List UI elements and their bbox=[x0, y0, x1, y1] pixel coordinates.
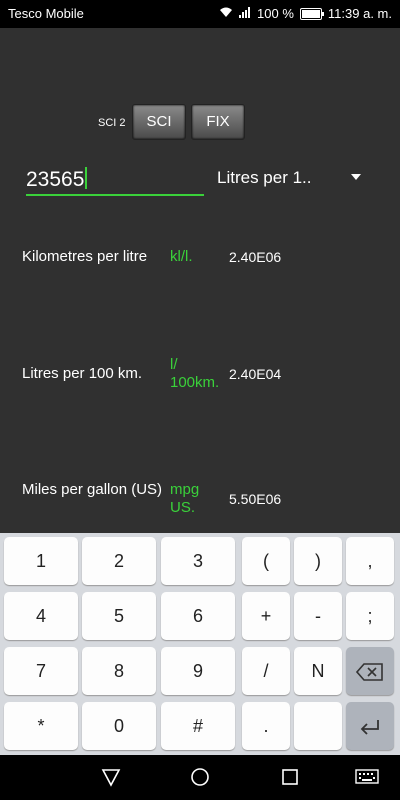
conversion-name: Kilometres per litre bbox=[22, 248, 148, 265]
key-9[interactable]: 9 bbox=[161, 647, 235, 695]
key-open-paren[interactable]: ( bbox=[242, 537, 290, 585]
conversion-name: Miles per gallon (US) bbox=[22, 481, 163, 498]
key-close-paren[interactable]: ) bbox=[294, 537, 342, 585]
signal-icon bbox=[239, 6, 251, 21]
key-period[interactable]: . bbox=[242, 702, 290, 750]
conversion-abbr: l/ 100km. bbox=[170, 356, 220, 391]
key-6[interactable]: 6 bbox=[161, 592, 235, 640]
key-0[interactable]: 0 bbox=[82, 702, 156, 750]
conversion-value: 2.40E04 bbox=[229, 366, 282, 382]
key-1[interactable]: 1 bbox=[4, 537, 78, 585]
key-7[interactable]: 7 bbox=[4, 647, 78, 695]
wifi-icon bbox=[219, 7, 233, 21]
battery-percent: 100 % bbox=[257, 6, 294, 21]
key-space[interactable] bbox=[294, 702, 342, 750]
key-2[interactable]: 2 bbox=[82, 537, 156, 585]
backspace-icon bbox=[355, 661, 384, 682]
input-value: 23565 bbox=[26, 168, 85, 191]
key-3[interactable]: 3 bbox=[161, 537, 235, 585]
battery-fill bbox=[301, 9, 320, 18]
conversion-value: 5.50E06 bbox=[229, 491, 282, 507]
key-5[interactable]: 5 bbox=[82, 592, 156, 640]
carrier-label: Tesco Mobile bbox=[8, 6, 84, 21]
key-hash[interactable]: # bbox=[161, 702, 235, 750]
numeric-keyboard: 1 2 3 ( ) , 4 5 6 + - ; 7 8 9 / N * 0 # … bbox=[0, 533, 400, 755]
battery-icon bbox=[299, 7, 324, 20]
home-icon[interactable] bbox=[190, 767, 210, 792]
conversion-abbr: kl/l. bbox=[170, 248, 193, 265]
key-asterisk[interactable]: * bbox=[4, 702, 78, 750]
sci-mode-label: SCI 2 bbox=[98, 117, 126, 129]
unit-dropdown[interactable]: Litres per 1.. bbox=[217, 168, 367, 188]
back-icon[interactable] bbox=[101, 767, 121, 792]
key-8[interactable]: 8 bbox=[82, 647, 156, 695]
key-minus[interactable]: - bbox=[294, 592, 342, 640]
conversion-value: 2.40E06 bbox=[229, 249, 282, 265]
key-slash[interactable]: / bbox=[242, 647, 290, 695]
key-semicolon[interactable]: ; bbox=[346, 592, 394, 640]
key-4[interactable]: 4 bbox=[4, 592, 78, 640]
key-comma[interactable]: , bbox=[346, 537, 394, 585]
key-plus[interactable]: + bbox=[242, 592, 290, 640]
conversion-name: Litres per 100 km. bbox=[22, 365, 143, 382]
dropdown-arrow-icon bbox=[351, 174, 361, 180]
fix-button[interactable]: FIX bbox=[191, 104, 245, 140]
status-bar: Tesco Mobile 100 % 11:39 a. m. bbox=[0, 0, 400, 28]
unit-selected: Litres per 1.. bbox=[217, 168, 312, 187]
navigation-bar bbox=[0, 755, 400, 800]
backspace-key[interactable] bbox=[346, 647, 394, 695]
value-input[interactable]: 23565 bbox=[26, 164, 204, 196]
sci-button[interactable]: SCI bbox=[132, 104, 186, 140]
clock: 11:39 a. m. bbox=[327, 6, 392, 21]
keyboard-toggle-icon[interactable] bbox=[355, 767, 379, 792]
key-n[interactable]: N bbox=[294, 647, 342, 695]
enter-icon bbox=[358, 716, 382, 736]
enter-key[interactable] bbox=[346, 702, 394, 750]
conversion-abbr: mpg US. bbox=[170, 481, 200, 516]
text-cursor bbox=[85, 167, 88, 189]
recents-icon[interactable] bbox=[280, 767, 300, 792]
